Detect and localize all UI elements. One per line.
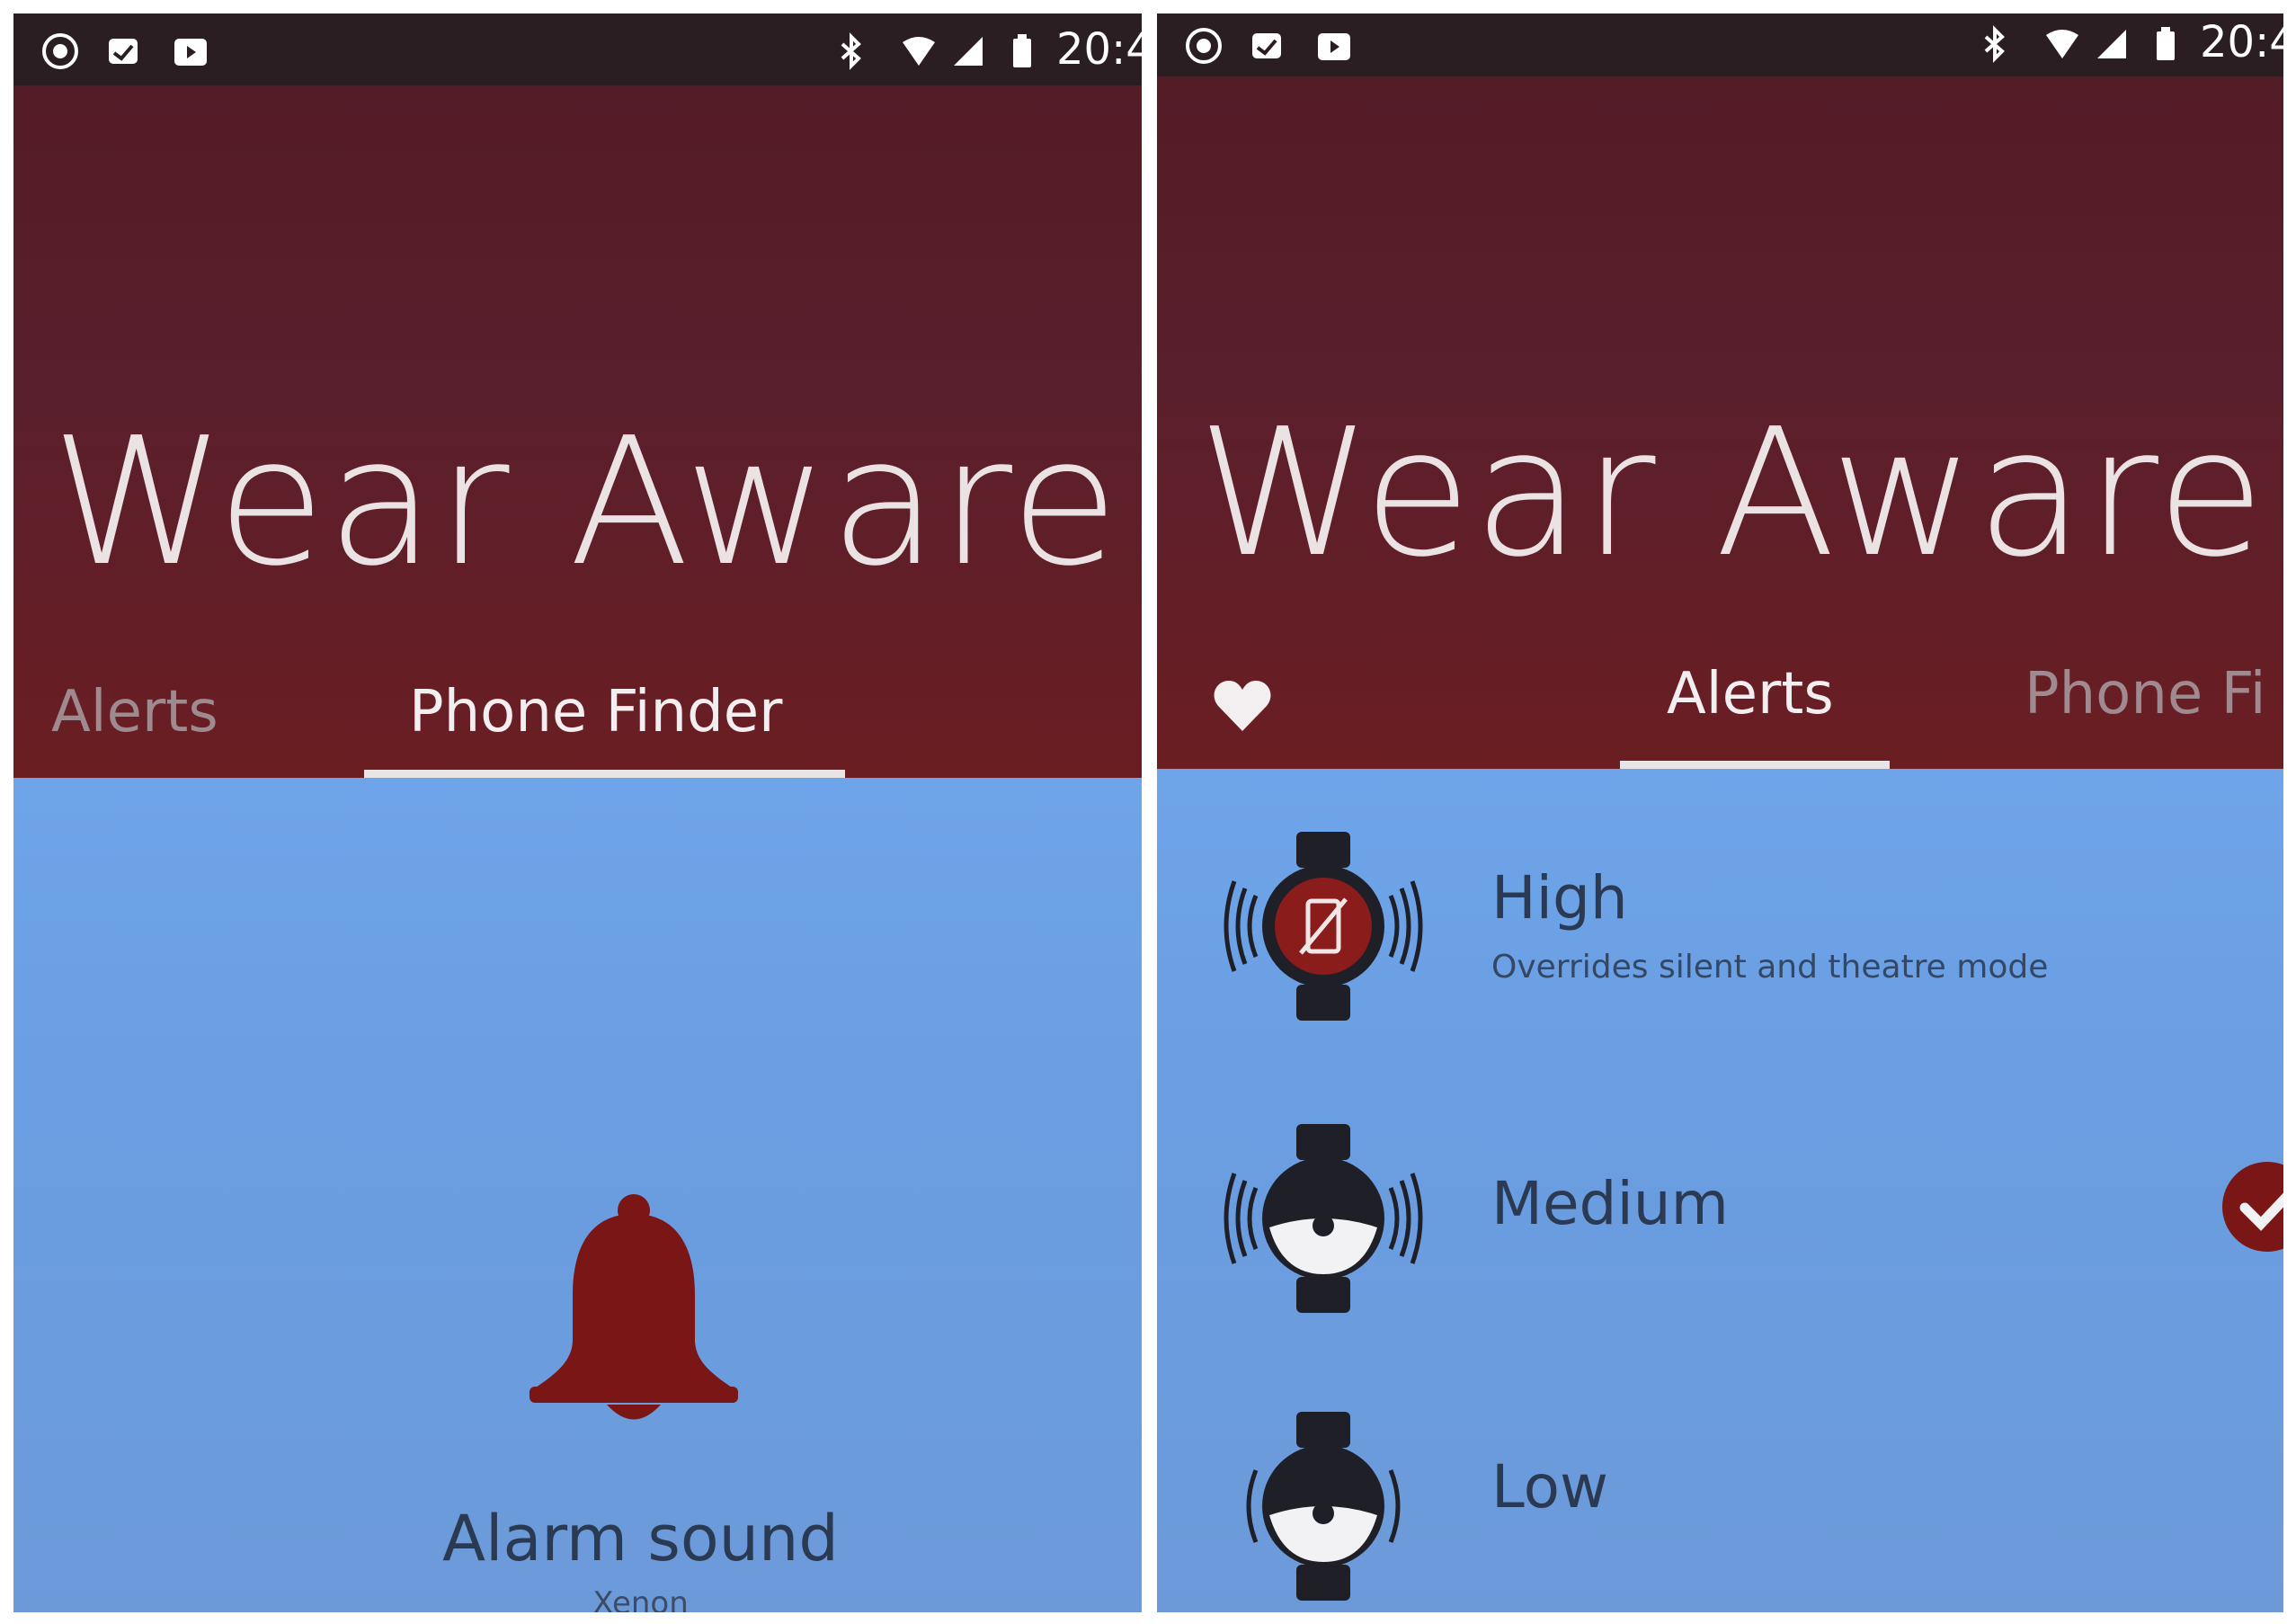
alarm-sound-value: Xenon	[592, 1585, 689, 1612]
tab-indicator	[364, 770, 845, 778]
alert-level-list: High Overrides silent and theatre mode M…	[1157, 769, 2283, 1612]
status-bar: 20:4	[1157, 13, 2283, 76]
app-title: Wear Aware	[1197, 391, 2267, 596]
app-header: Wear Aware Alerts Phone Finder	[13, 85, 1142, 778]
watch-medium-icon	[1224, 1124, 1423, 1313]
phone-finder-content: Alarm sound Xenon	[13, 778, 1142, 1612]
tab-indicator	[1620, 761, 1890, 769]
alert-level-subtitle: Overrides silent and theatre mode	[1491, 949, 2049, 986]
tab-alerts[interactable]: Alerts	[51, 679, 218, 745]
heart-icon[interactable]	[1213, 679, 1272, 733]
check-icon[interactable]	[2218, 1157, 2283, 1256]
alert-level-low[interactable]: Low	[1157, 1389, 2283, 1612]
alert-level-title: Medium	[1491, 1169, 1729, 1238]
bluetooth-icon	[1984, 25, 2005, 63]
phone-screen-phone-finder: 20:4 Wear Aware Alerts Phone Finder Alar…	[13, 13, 1142, 1612]
tab-phone-finder[interactable]: Phone Fi	[2025, 661, 2266, 727]
tab-alerts[interactable]: Alerts	[1667, 661, 1834, 727]
status-bar: 20:4	[13, 13, 1142, 85]
bell-icon[interactable]	[526, 1187, 742, 1439]
watch-high-icon	[1224, 832, 1423, 1021]
signal-icon	[2097, 30, 2126, 58]
alarm-sound-label[interactable]: Alarm sound	[13, 1502, 1142, 1575]
chromecast-icon	[42, 33, 78, 69]
inbox-icon	[1252, 33, 1281, 58]
inbox-icon	[109, 39, 138, 64]
app-header: Wear Aware Alerts Phone Fi	[1157, 76, 2283, 769]
clock: 20:4	[1056, 24, 1142, 75]
wifi-icon	[903, 37, 935, 66]
alert-level-title: Low	[1491, 1452, 1608, 1521]
youtube-icon	[1318, 33, 1350, 60]
alert-level-high[interactable]: High Overrides silent and theatre mode	[1157, 809, 2283, 1043]
alert-level-title: High	[1491, 863, 1628, 932]
clock: 20:4	[2200, 17, 2283, 67]
bluetooth-icon	[841, 32, 861, 70]
phone-screen-alerts: 20:4 Wear Aware Alerts Phone Fi High Ove…	[1157, 13, 2283, 1612]
chromecast-icon	[1186, 28, 1222, 64]
signal-icon	[954, 37, 983, 66]
tab-phone-finder[interactable]: Phone Finder	[409, 679, 782, 745]
app-title: Wear Aware	[51, 400, 1121, 605]
battery-icon	[1013, 34, 1031, 67]
battery-icon	[2157, 27, 2175, 60]
youtube-icon	[174, 39, 207, 66]
wifi-icon	[2046, 30, 2078, 58]
watch-low-icon	[1246, 1412, 1401, 1601]
alert-level-medium[interactable]: Medium	[1157, 1102, 2283, 1335]
